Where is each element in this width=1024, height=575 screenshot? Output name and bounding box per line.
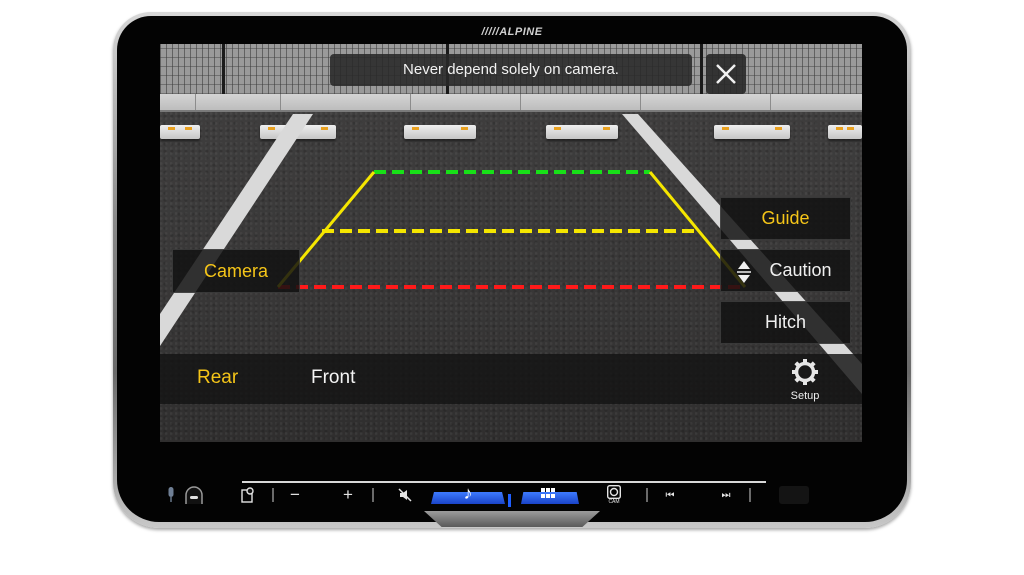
guide-button-label: Guide [761,208,810,228]
tab-front[interactable]: Front [311,367,355,389]
caution-button[interactable]: Caution [720,249,851,292]
parking-line-left [160,114,313,346]
caution-button-label: Caution [769,260,832,280]
hardware-center-indicator [508,494,511,507]
mute-button[interactable] [396,486,414,504]
camera-icon [607,485,621,499]
bottom-chrome-tab [424,511,600,527]
camera-button-label: Camera [203,260,269,281]
hardware-separator [646,488,648,502]
next-track-button[interactable]: ⏭ [716,486,736,504]
menu-button[interactable] [538,484,558,502]
sensor-window [779,486,809,504]
grid-icon [541,488,555,498]
map-pin-icon [241,487,254,503]
volume-down-button[interactable]: − [285,485,305,504]
home-button-icon [185,486,203,504]
microphone-icon [168,487,174,502]
audio-button[interactable]: ♪ [458,482,478,503]
camera-source-bar: Rear Front Setup [160,354,862,404]
mute-icon [398,488,412,502]
hardware-separator [749,488,751,502]
volume-up-button[interactable]: + [338,485,358,504]
volume-up-icon: + [343,485,353,504]
navigation-button[interactable] [238,486,258,504]
guide-button[interactable]: Guide [720,197,851,240]
brand-logo: /////ALPINE [481,26,543,38]
close-icon [716,64,736,84]
tab-rear[interactable]: Rear [197,367,238,389]
hardware-separator [372,488,374,502]
up-down-arrows-icon [737,261,751,283]
previous-track-icon: ⏮ [665,489,675,501]
camera-button[interactable]: Camera [172,249,300,293]
hitch-button[interactable]: Hitch [720,301,851,344]
previous-track-button[interactable]: ⏮ [660,486,680,504]
gear-icon [792,359,818,385]
hardware-separator [272,488,274,502]
volume-down-icon: − [290,485,300,504]
camera-hw-label: CAM [608,499,620,505]
camera-screen: Never depend solely on camera. Camera Gu… [160,44,862,442]
camera-hw-button[interactable]: CAM [604,484,624,506]
setup-button[interactable]: Setup [782,358,828,402]
microphone-button[interactable] [164,486,178,504]
hardware-strip-line [242,481,766,483]
hitch-button-label: Hitch [764,312,806,332]
home-button[interactable] [183,486,205,504]
next-track-icon: ⏭ [721,489,731,501]
music-note-icon: ♪ [463,482,473,503]
warning-banner: Never depend solely on camera. [330,54,692,86]
close-button[interactable] [706,54,746,94]
setup-label: Setup [790,390,820,402]
